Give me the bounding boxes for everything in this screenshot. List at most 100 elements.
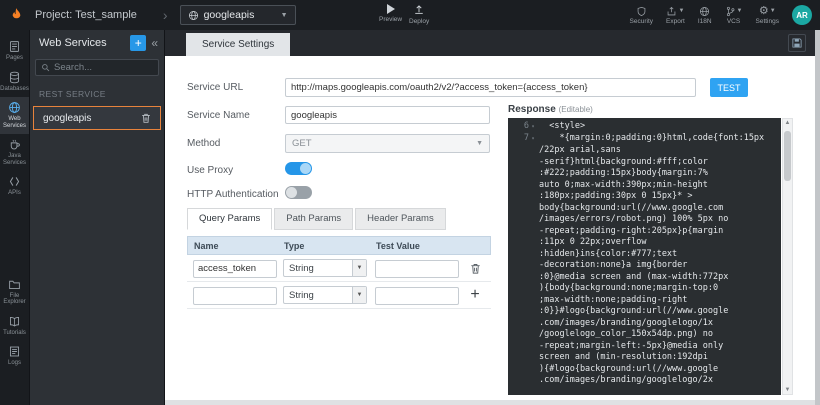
code-fold-icon[interactable] — [529, 283, 537, 295]
code-fold-icon[interactable]: ▾ — [529, 133, 537, 145]
code-fold-icon[interactable] — [529, 306, 537, 318]
scroll-up-icon[interactable]: ▲ — [783, 120, 792, 126]
add-param-button[interactable]: + — [470, 287, 479, 303]
code-fold-icon[interactable] — [529, 145, 537, 157]
java-services-icon — [8, 138, 21, 151]
code-fold-icon[interactable] — [529, 237, 537, 249]
line-number — [508, 341, 529, 353]
use-proxy-toggle[interactable] — [285, 162, 312, 175]
settings-label: Settings — [756, 18, 780, 25]
code-text: :0}@media screen and (max-width:772px — [537, 272, 728, 284]
param-type-select[interactable]: String ▼ — [283, 286, 367, 304]
flame-logo-icon[interactable] — [8, 7, 25, 24]
i18n-button[interactable]: I18N — [698, 5, 712, 25]
code-fold-icon[interactable] — [529, 329, 537, 341]
page-vertical-scrollbar[interactable] — [815, 30, 820, 405]
chevron-right-icon: › — [163, 8, 168, 22]
line-number — [508, 145, 529, 157]
line-number — [508, 260, 529, 272]
chevron-down-icon: ▼ — [678, 8, 684, 14]
code-fold-icon[interactable] — [529, 191, 537, 203]
deploy-button[interactable]: Deploy — [409, 4, 429, 25]
test-button[interactable]: TEST — [710, 78, 748, 97]
code-line: -repeat;margin-left:-5px}@media only — [508, 341, 781, 353]
vcs-button[interactable]: ▼ VCS — [725, 5, 743, 25]
param-name-input[interactable] — [193, 287, 277, 305]
scroll-down-icon[interactable]: ▼ — [783, 387, 792, 393]
code-text: :hidden}ins{color:#777;text — [537, 249, 677, 261]
code-fold-icon[interactable] — [529, 272, 537, 284]
apis-icon — [8, 175, 21, 188]
param-type-select[interactable]: String ▼ — [283, 259, 367, 277]
rail-item-file-explorer[interactable]: File Explorer — [0, 274, 29, 311]
preview-button[interactable]: Preview — [379, 4, 402, 23]
tab-header-params[interactable]: Header Params — [355, 208, 446, 230]
code-line: :0}}#logo{background:url(//www.google — [508, 306, 781, 318]
delete-service-icon[interactable] — [140, 112, 152, 124]
delete-param-icon[interactable] — [469, 262, 482, 275]
code-fold-icon[interactable]: ▾ — [529, 121, 537, 133]
code-fold-icon[interactable] — [529, 260, 537, 272]
response-editable-hint: (Editable) — [559, 105, 593, 114]
code-fold-icon[interactable] — [529, 180, 537, 192]
code-fold-icon[interactable] — [529, 157, 537, 169]
tab-path-params[interactable]: Path Params — [274, 208, 353, 230]
collapse-panel-icon[interactable]: « — [151, 36, 158, 50]
save-button[interactable] — [788, 34, 806, 52]
chevron-down-icon: ▼ — [352, 260, 366, 276]
method-select[interactable]: GET ▼ — [285, 134, 490, 153]
editor-scrollbar[interactable]: ▲ ▼ — [782, 118, 793, 395]
line-number — [508, 203, 529, 215]
settings-button[interactable]: ⚙ ▼ Settings — [756, 5, 780, 25]
service-name-input[interactable] — [285, 106, 490, 124]
pages-icon — [8, 40, 21, 53]
service-url-input[interactable] — [285, 78, 696, 97]
chevron-down-icon: ▼ — [281, 12, 288, 19]
http-authentication-toggle[interactable] — [285, 186, 312, 199]
rail-item-apis[interactable]: APIs — [0, 171, 29, 202]
rail-item-tutorials[interactable]: Tutorials — [0, 311, 29, 342]
code-fold-icon[interactable] — [529, 341, 537, 353]
add-service-button[interactable]: + — [130, 35, 146, 51]
response-editor[interactable]: 6 ▾ <style> 7 ▾ *{margin:0;padding:0}htm… — [508, 118, 781, 395]
code-fold-icon[interactable] — [529, 214, 537, 226]
code-line: ;max-width:none;padding-right — [508, 295, 781, 307]
tab-query-params[interactable]: Query Params — [187, 208, 272, 230]
search-input[interactable] — [54, 62, 153, 73]
service-list-item-googleapis[interactable]: googleapis — [33, 106, 161, 130]
rail-item-web-services[interactable]: Web Services — [0, 97, 29, 134]
code-fold-icon[interactable] — [529, 375, 537, 387]
page-horizontal-scrollbar[interactable] — [165, 400, 815, 405]
security-label: Security — [630, 18, 653, 25]
tab-service-settings[interactable]: Service Settings — [186, 33, 290, 56]
rail-item-databases[interactable]: Databases — [0, 67, 29, 98]
user-avatar[interactable]: AR — [792, 5, 812, 25]
column-header-type: Type — [284, 241, 376, 251]
code-fold-icon[interactable] — [529, 226, 537, 238]
search-box — [35, 59, 159, 76]
param-test-value-input[interactable] — [375, 260, 459, 278]
param-type-value: String — [289, 263, 314, 274]
code-line: screen and (min-resolution:192dpi — [508, 352, 781, 364]
code-text: .com/images/branding/googlelogo/1x — [537, 318, 713, 330]
code-fold-icon[interactable] — [529, 364, 537, 376]
param-test-value-input[interactable] — [375, 287, 459, 305]
code-fold-icon[interactable] — [529, 318, 537, 330]
code-fold-icon[interactable] — [529, 249, 537, 261]
code-fold-icon[interactable] — [529, 352, 537, 364]
service-url-label: Service URL — [187, 82, 243, 93]
code-fold-icon[interactable] — [529, 203, 537, 215]
rail-item-pages[interactable]: Pages — [0, 36, 29, 67]
scrollbar-thumb[interactable] — [784, 131, 791, 181]
deploy-label: Deploy — [409, 18, 429, 25]
line-number — [508, 157, 529, 169]
line-number — [508, 168, 529, 180]
rail-item-java-services[interactable]: Java Services — [0, 134, 29, 171]
code-fold-icon[interactable] — [529, 295, 537, 307]
code-fold-icon[interactable] — [529, 168, 537, 180]
param-name-input[interactable] — [193, 260, 277, 278]
security-button[interactable]: Security — [630, 5, 653, 25]
service-selector-dropdown[interactable]: googleapis ▼ — [180, 5, 296, 25]
export-button[interactable]: ▼ Export — [666, 5, 685, 25]
rail-item-logs[interactable]: Logs — [0, 341, 29, 372]
